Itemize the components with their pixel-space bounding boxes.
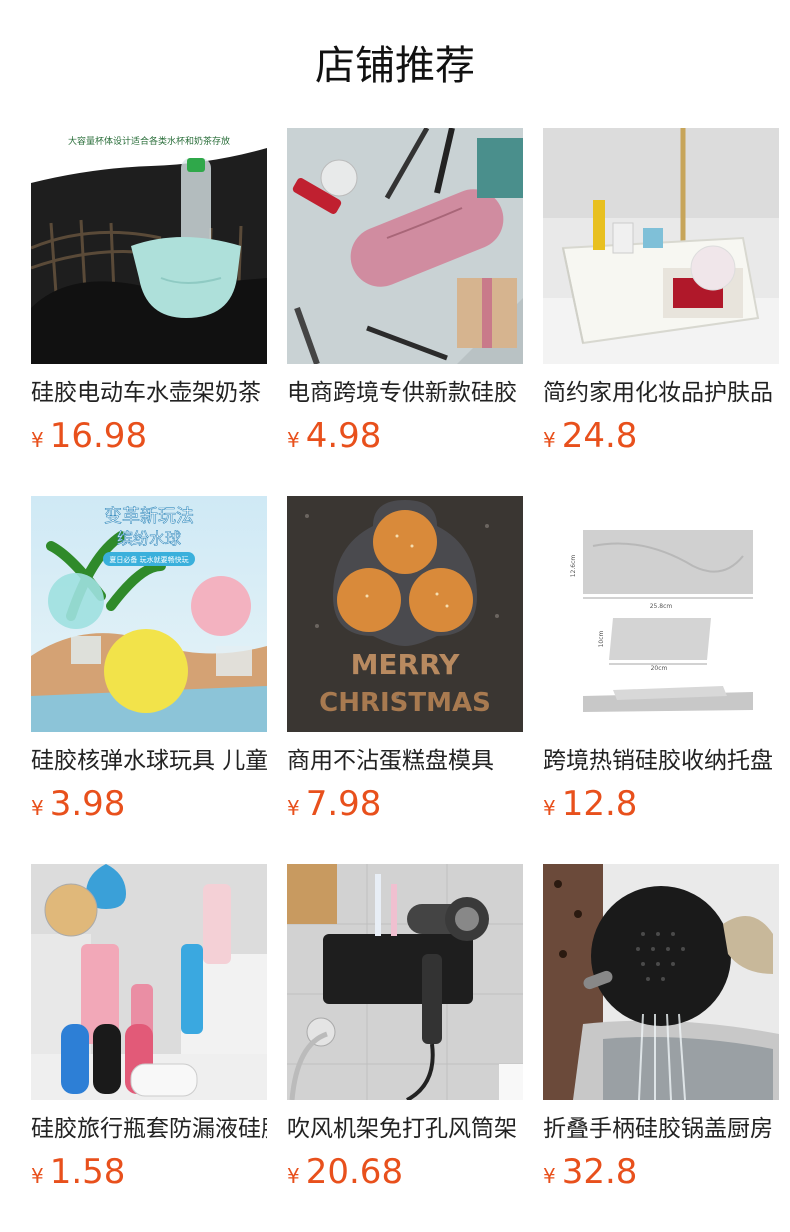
price-value: 24.8 (561, 416, 638, 456)
product-name[interactable]: 商用不沾蛋糕盘模具 (287, 744, 523, 778)
product-price: ¥12.8 (543, 782, 779, 826)
product-image[interactable]: MERRY CHRISTMAS (287, 496, 523, 732)
image-banner-text: CHRISTMAS (319, 688, 491, 718)
image-banner-text: 大容量杯体设计适合各类水杯和奶茶存放 (68, 135, 230, 147)
currency-symbol: ¥ (287, 1164, 300, 1188)
price-value: 1.58 (49, 1152, 126, 1192)
product-image[interactable] (543, 128, 779, 364)
currency-symbol: ¥ (287, 796, 300, 820)
image-banner-text: 变革新玩法 (104, 506, 194, 527)
product-name[interactable]: 折叠手柄硅胶锅盖厨房 (543, 1112, 779, 1146)
section-title: 店铺推荐 (315, 43, 475, 89)
price-value: 3.98 (49, 784, 126, 824)
price-value: 16.98 (49, 416, 148, 456)
product-image[interactable] (287, 128, 523, 364)
product-price: ¥16.98 (31, 414, 267, 458)
product-price: ¥24.8 (543, 414, 779, 458)
product-price: ¥32.8 (543, 1150, 779, 1194)
dimension-label: 25.8cm (650, 603, 673, 610)
currency-symbol: ¥ (543, 796, 556, 820)
product-name[interactable]: 吹风机架免打孔风筒架 (287, 1112, 523, 1146)
product-name[interactable]: 硅胶电动车水壶架奶茶 (31, 376, 267, 410)
product-name[interactable]: 电商跨境专供新款硅胶 (287, 376, 523, 410)
product-image[interactable]: 大容量杯体设计适合各类水杯和奶茶存放 (31, 128, 267, 364)
currency-symbol: ¥ (31, 428, 44, 452)
product-name[interactable]: 简约家用化妆品护肤品 (543, 376, 779, 410)
product-price: ¥20.68 (287, 1150, 523, 1194)
product-name[interactable]: 硅胶旅行瓶套防漏液硅胶 (31, 1112, 267, 1146)
product-image[interactable] (31, 864, 267, 1100)
currency-symbol: ¥ (543, 1164, 556, 1188)
product-image[interactable] (543, 864, 779, 1100)
product-price: ¥7.98 (287, 782, 523, 826)
currency-symbol: ¥ (31, 796, 44, 820)
product-price: ¥4.98 (287, 414, 523, 458)
product-image[interactable] (287, 864, 523, 1100)
image-banner-text: MERRY (351, 648, 461, 681)
price-value: 20.68 (305, 1152, 404, 1192)
dimension-label: 10cm (598, 630, 605, 647)
image-banner-text: 缤纷水球 (117, 529, 181, 548)
product-image[interactable]: 25.8cm 12.6cm 20cm 10cm (543, 496, 779, 732)
price-value: 4.98 (305, 416, 382, 456)
price-value: 32.8 (561, 1152, 638, 1192)
currency-symbol: ¥ (543, 428, 556, 452)
product-price: ¥3.98 (31, 782, 267, 826)
product-name[interactable]: 硅胶核弹水球玩具 儿童 (31, 744, 267, 778)
currency-symbol: ¥ (31, 1164, 44, 1188)
product-price: ¥1.58 (31, 1150, 267, 1194)
price-value: 7.98 (305, 784, 382, 824)
dimension-label: 12.6cm (570, 555, 577, 578)
image-banner-subtext: 夏日必备 玩水就要畅快玩 (109, 555, 188, 564)
dimension-label: 20cm (651, 665, 668, 672)
product-name[interactable]: 跨境热销硅胶收纳托盘 (543, 744, 779, 778)
currency-symbol: ¥ (287, 428, 300, 452)
product-image[interactable]: 变革新玩法 缤纷水球 夏日必备 玩水就要畅快玩 (31, 496, 267, 732)
price-value: 12.8 (561, 784, 638, 824)
